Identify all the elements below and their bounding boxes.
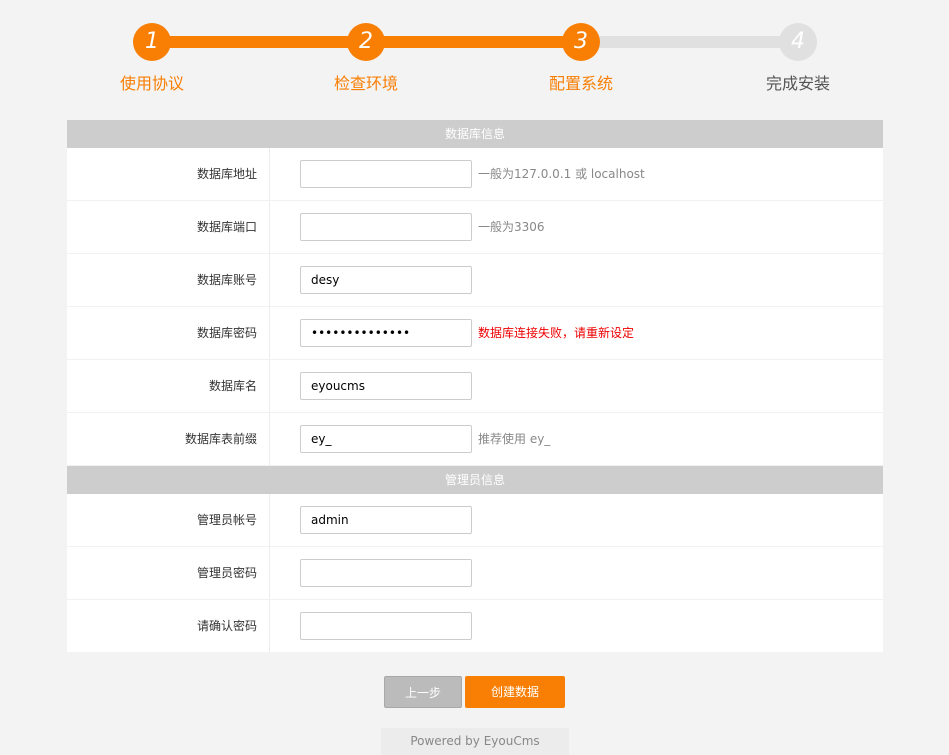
- db-prefix-hint: 推荐使用 ey_: [478, 432, 551, 446]
- step-2-number: 2: [347, 23, 385, 61]
- admin-account-input[interactable]: [300, 506, 472, 534]
- step-1-label: 使用协议: [119, 74, 184, 93]
- prev-step-button[interactable]: 上一步: [384, 676, 462, 708]
- db-user-row: 数据库账号: [67, 254, 883, 307]
- db-host-hint: 一般为127.0.0.1 或 localhost: [478, 167, 645, 181]
- db-password-label: 数据库密码: [67, 307, 270, 359]
- db-password-error: 数据库连接失败，请重新设定: [478, 326, 635, 340]
- admin-password-label: 管理员密码: [67, 547, 270, 599]
- form-actions: 上一步 创建数据: [0, 676, 949, 708]
- db-host-label: 数据库地址: [67, 148, 270, 200]
- admin-confirm-row: 请确认密码: [67, 600, 883, 652]
- db-port-hint: 一般为3306: [478, 220, 545, 234]
- db-user-label: 数据库账号: [67, 254, 270, 306]
- install-stepper: 1 使用协议 2 检查环境 3 配置系统 4 完成安装: [0, 0, 949, 110]
- db-prefix-row: 数据库表前缀 推荐使用 ey_: [67, 413, 883, 466]
- db-password-input[interactable]: [300, 319, 472, 347]
- admin-account-row: 管理员帐号: [67, 494, 883, 547]
- db-name-row: 数据库名: [67, 360, 883, 413]
- admin-confirm-input[interactable]: [300, 612, 472, 640]
- progress-track-remaining: [580, 36, 798, 48]
- admin-section-title: 管理员信息: [67, 466, 883, 494]
- admin-password-input[interactable]: [300, 559, 472, 587]
- db-host-input[interactable]: [300, 160, 472, 188]
- step-3-number: 3: [562, 23, 600, 61]
- db-port-label: 数据库端口: [67, 201, 270, 253]
- admin-account-label: 管理员帐号: [67, 494, 270, 546]
- create-data-button[interactable]: 创建数据: [465, 676, 565, 708]
- step-1-number: 1: [133, 23, 171, 61]
- powered-by-footer: Powered by EyouCms: [381, 728, 569, 755]
- db-port-row: 数据库端口 一般为3306: [67, 201, 883, 254]
- config-form: 数据库信息 数据库地址 一般为127.0.0.1 或 localhost 数据库…: [67, 120, 883, 652]
- db-name-label: 数据库名: [67, 360, 270, 412]
- db-name-input[interactable]: [300, 372, 472, 400]
- db-port-input[interactable]: [300, 213, 472, 241]
- step-2-label: 检查环境: [333, 74, 398, 93]
- db-prefix-input[interactable]: [300, 425, 472, 453]
- admin-confirm-label: 请确认密码: [67, 600, 270, 652]
- db-password-row: 数据库密码 数据库连接失败，请重新设定: [67, 307, 883, 360]
- db-section-title: 数据库信息: [67, 120, 883, 148]
- admin-password-row: 管理员密码: [67, 547, 883, 600]
- step-4-label: 完成安装: [765, 74, 830, 93]
- db-prefix-label: 数据库表前缀: [67, 413, 270, 465]
- db-host-row: 数据库地址 一般为127.0.0.1 或 localhost: [67, 148, 883, 201]
- db-user-input[interactable]: [300, 266, 472, 294]
- step-3-label: 配置系统: [548, 74, 613, 93]
- step-4-number: 4: [779, 23, 817, 61]
